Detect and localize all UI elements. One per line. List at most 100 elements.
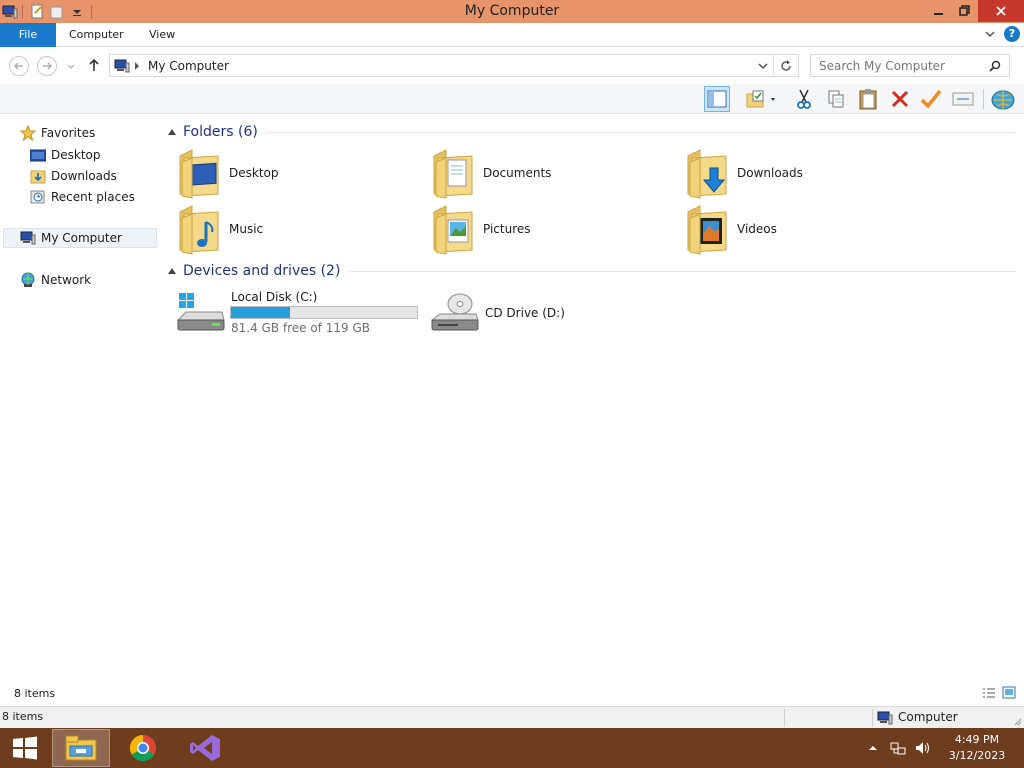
paste-button[interactable]: [855, 86, 881, 112]
chrome-taskbar-button[interactable]: [114, 729, 172, 767]
computer-icon: [20, 231, 36, 245]
network-icon: [21, 272, 35, 287]
videos-folder-icon: [687, 205, 727, 255]
collapse-triangle-icon[interactable]: [168, 129, 176, 135]
back-button[interactable]: [9, 56, 29, 76]
show-hidden-icons-icon[interactable]: [868, 744, 878, 752]
nav-item-desktop[interactable]: Desktop: [30, 145, 101, 165]
large-icons-view-icon[interactable]: [1002, 686, 1016, 699]
drives-group-title: Devices and drives (2): [183, 263, 341, 279]
folder-tile-documents[interactable]: Documents: [432, 148, 672, 200]
search-icon[interactable]: [989, 60, 1001, 72]
details-view-icon[interactable]: [982, 687, 996, 699]
copy-icon: [828, 90, 844, 108]
tab-computer[interactable]: Computer: [69, 23, 124, 47]
recent-locations-icon[interactable]: [66, 63, 76, 71]
drive-label: CD Drive (D:): [485, 306, 565, 320]
refresh-icon[interactable]: [780, 60, 792, 72]
folder-label: Documents: [483, 166, 552, 180]
preview-pane-button[interactable]: [704, 86, 730, 112]
delete-x-icon: [891, 90, 909, 108]
breadcrumb[interactable]: My Computer: [148, 59, 229, 73]
delete-button[interactable]: [887, 86, 913, 112]
select-folder-button[interactable]: [742, 86, 782, 112]
network-globe-button[interactable]: [990, 86, 1016, 112]
folder-tile-desktop[interactable]: Desktop: [178, 148, 418, 200]
collapse-triangle-icon[interactable]: [168, 268, 176, 274]
folder-tile-pictures[interactable]: Pictures: [432, 204, 672, 256]
expand-ribbon-icon[interactable]: [984, 28, 996, 40]
title-bar: My Computer: [0, 0, 1024, 23]
forward-button[interactable]: [37, 56, 57, 76]
nav-network-label: Network: [41, 273, 92, 287]
address-bar[interactable]: My Computer: [109, 54, 799, 77]
ribbon-tabs: File Computer View ?: [0, 23, 1024, 47]
nav-item-label: Recent places: [51, 190, 135, 204]
music-folder-icon: [179, 205, 219, 255]
close-icon: [996, 6, 1006, 16]
minimize-button[interactable]: [926, 0, 952, 22]
folder-options-icon: [746, 90, 775, 108]
drives-group-header[interactable]: Devices and drives (2): [168, 261, 1016, 281]
paste-icon: [859, 89, 877, 110]
nav-item-recent-places[interactable]: Recent places: [30, 187, 135, 207]
cd-drive-icon: [430, 293, 479, 331]
address-row: My Computer Search My Computer: [0, 47, 1024, 84]
drive-label: Local Disk (C:): [231, 290, 318, 304]
address-dropdown-icon[interactable]: [758, 62, 768, 70]
help-icon[interactable]: ?: [1004, 26, 1020, 42]
nav-favorites-label: Favorites: [41, 126, 96, 140]
network-status-icon[interactable]: [890, 740, 906, 756]
search-box[interactable]: Search My Computer: [810, 54, 1010, 77]
folder-tile-music[interactable]: Music: [178, 204, 418, 256]
pictures-folder-icon: [433, 205, 473, 255]
computer-icon: [114, 59, 130, 73]
star-icon: [20, 125, 36, 141]
details-status-bar: 8 items: [0, 686, 1024, 706]
search-input[interactable]: Search My Computer: [819, 59, 945, 73]
visual-studio-taskbar-button[interactable]: [176, 729, 234, 767]
window-status-bar: 8 items Computer: [0, 706, 1024, 728]
back-arrow-icon: [13, 62, 23, 70]
pane-layout-icon: [707, 90, 727, 108]
scissors-icon: [797, 89, 811, 109]
desktop-folder-icon: [179, 149, 219, 199]
volume-icon[interactable]: [914, 740, 930, 756]
folder-tile-downloads[interactable]: Downloads: [686, 148, 926, 200]
desktop-icon: [30, 149, 46, 162]
drive-usage-fill: [231, 307, 290, 318]
up-arrow-icon[interactable]: [87, 57, 101, 73]
close-button[interactable]: [978, 0, 1024, 22]
folder-label: Videos: [737, 222, 777, 236]
visual-studio-icon: [190, 735, 220, 761]
folders-group-header[interactable]: Folders (6): [168, 122, 1016, 142]
nav-my-computer[interactable]: My Computer: [3, 228, 157, 248]
windows-logo-icon: [13, 736, 37, 760]
resize-grip-icon[interactable]: [1012, 712, 1022, 726]
nav-item-downloads[interactable]: Downloads: [30, 166, 117, 186]
nav-network[interactable]: Network: [20, 270, 91, 290]
taskbar: 4:49 PM 3/12/2023: [0, 728, 1024, 768]
drive-free-space: 81.4 GB free of 119 GB: [231, 321, 370, 335]
start-button[interactable]: [0, 729, 50, 767]
properties-button[interactable]: [950, 86, 976, 112]
drive-tile-cd-drive[interactable]: CD Drive (D:): [430, 288, 680, 338]
rename-button[interactable]: [918, 86, 944, 112]
minimize-icon: [934, 13, 943, 15]
clock[interactable]: 4:49 PM 3/12/2023: [942, 732, 1012, 764]
properties-card-icon: [952, 92, 974, 106]
window-title: My Computer: [464, 3, 560, 19]
breadcrumb-chevron-icon[interactable]: [134, 62, 140, 70]
cut-button[interactable]: [791, 86, 817, 112]
command-toolbar: [0, 84, 1024, 114]
drive-usage-bar: [230, 306, 418, 319]
file-explorer-taskbar-button[interactable]: [52, 729, 110, 767]
globe-icon: [991, 90, 1015, 110]
tab-view[interactable]: View: [149, 23, 175, 47]
forward-arrow-icon: [43, 62, 53, 70]
copy-button[interactable]: [823, 86, 849, 112]
folder-tile-videos[interactable]: Videos: [686, 204, 926, 256]
tab-file[interactable]: File: [0, 23, 56, 47]
restore-button[interactable]: [952, 0, 978, 22]
nav-favorites[interactable]: Favorites: [20, 123, 95, 143]
